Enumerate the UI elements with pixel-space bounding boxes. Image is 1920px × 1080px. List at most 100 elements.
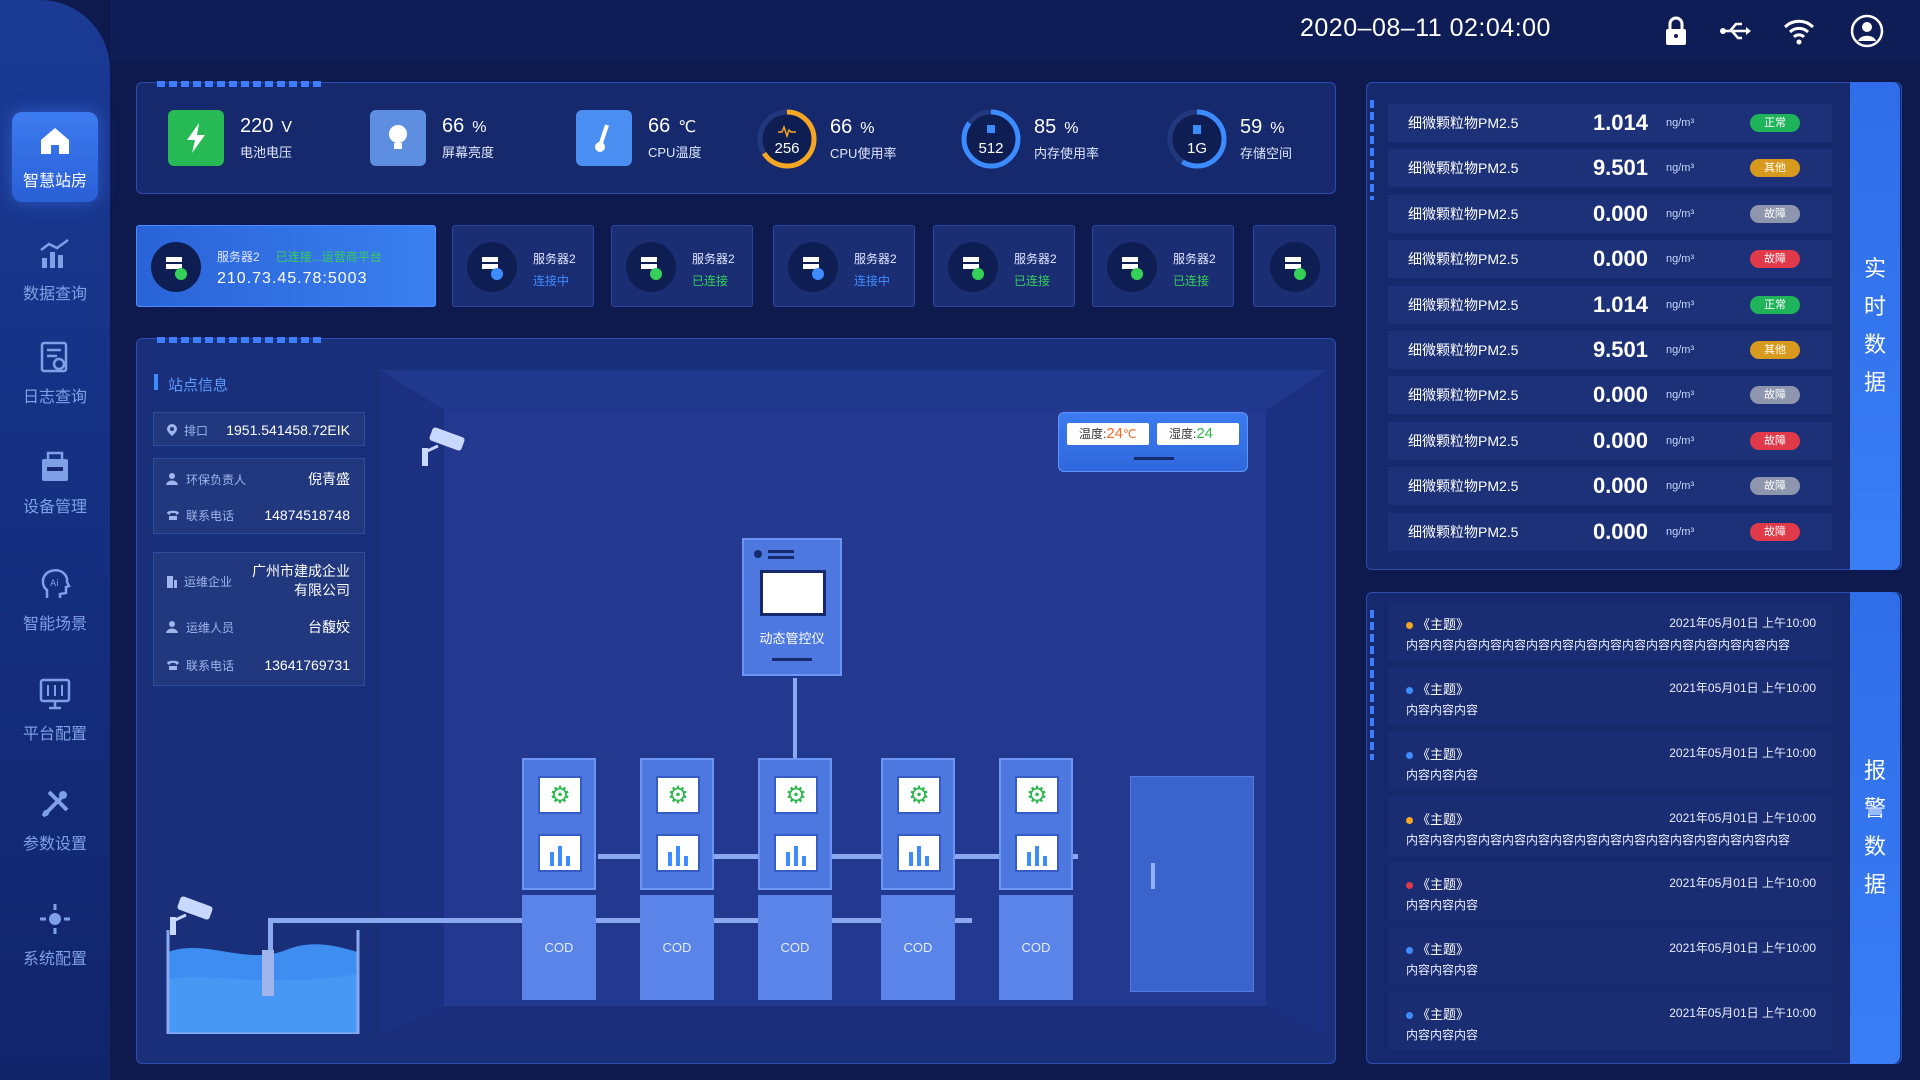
battery-icon	[168, 110, 224, 166]
pollutant-value: 0.000	[1592, 473, 1648, 499]
server-card-active[interactable]: 服务器2 已连接...运营商平台 210.73.45.78:5003	[136, 225, 436, 307]
sidebar-item-smart-scene[interactable]: Ai 智能场景	[12, 555, 98, 645]
pollutant-value: 0.000	[1592, 427, 1648, 453]
sidebar-item-device-management[interactable]: 设备管理	[12, 438, 98, 528]
pollutant-name: 细微颗粒物PM2.5	[1408, 342, 1519, 358]
realtime-row[interactable]: 细微颗粒物PM2.5 1.014 ng/m³ 正常	[1388, 104, 1832, 142]
pollutant-name: 细微颗粒物PM2.5	[1408, 432, 1519, 449]
server-card[interactable]: 服务器2 连接中	[452, 225, 594, 307]
sidebar-item-log-query[interactable]: 日志查询	[12, 328, 98, 418]
alarm-title: 《主题》	[1417, 1007, 1470, 1022]
sidebar-item-data-query[interactable]: 数据查询	[12, 225, 98, 315]
gear-icon: ⚙	[897, 776, 941, 814]
cod-cabinet[interactable]: ⚙ COD	[999, 758, 1073, 1008]
alarm-date: 2021年05月01日 上午10:00	[1669, 811, 1816, 825]
server-icon	[948, 242, 998, 292]
cod-cabinet[interactable]: ⚙ COD	[640, 758, 714, 1008]
sidebar-item-label: 平台配置	[22, 726, 87, 743]
svg-text:Ai: Ai	[50, 579, 59, 589]
server-name: 服务器2	[1173, 252, 1216, 266]
pollutant-name: 细微颗粒物PM2.5	[1408, 160, 1519, 177]
status-badge: 其他	[1750, 341, 1800, 359]
pollutant-value: 9.501	[1592, 155, 1648, 181]
pollutant-name: 细微颗粒物PM2.5	[1408, 523, 1519, 540]
server-icon	[467, 242, 517, 292]
info-value: 倪青盛	[308, 471, 350, 487]
realtime-row[interactable]: 细微颗粒物PM2.5 0.000 ng/m³ 故障	[1388, 240, 1832, 279]
bar-chart-icon	[897, 834, 941, 872]
location-icon	[167, 424, 177, 436]
device-icon	[42, 451, 68, 481]
tab-alarm-data[interactable]: 报警数据	[1850, 592, 1900, 1064]
server-card[interactable]: 服务器2 已连接	[611, 225, 753, 307]
alarm-item[interactable]: 《主题》 2021年05月01日 上午10:00 内容内容内容内容内容内容内容内容内…	[1388, 602, 1832, 660]
alarm-dot	[1406, 817, 1413, 825]
alarm-date: 2021年05月01日 上午10:00	[1669, 616, 1816, 630]
alarm-item[interactable]: 《主题》 2021年05月01日 上午10:00 内容内容内容	[1388, 862, 1832, 920]
lock-icon[interactable]	[1659, 14, 1693, 48]
realtime-row[interactable]: 细微颗粒物PM2.5 0.000 ng/m³ 故障	[1388, 194, 1832, 233]
memory-usage-value: 85	[1034, 116, 1057, 138]
realtime-row[interactable]: 细微颗粒物PM2.5 0.000 ng/m³ 故障	[1388, 421, 1832, 460]
status-badge: 故障	[1750, 204, 1800, 223]
ai-icon: Ai	[41, 569, 71, 598]
sidebar-item-label: 系统配置	[22, 951, 87, 968]
wifi-icon[interactable]	[1782, 14, 1816, 48]
ac-temp-unit: ℃	[1123, 427, 1137, 441]
bar-chart-icon	[774, 834, 818, 872]
contact-box-2: 运维企业 广州市建成企业有限公司 运维人员 台馥姣 联系电话 13641769731	[153, 552, 365, 686]
pollutant-unit: ng/m³	[1666, 525, 1695, 538]
room-door[interactable]	[1130, 776, 1254, 992]
storage-ring-value: 1G	[1187, 140, 1207, 157]
alarm-title: 《主题》	[1417, 877, 1470, 892]
alarm-content: 内容内容内容内容内容内容内容内容内容内容内容内容内容内容内容内容	[1406, 638, 1791, 652]
user-icon[interactable]	[1850, 14, 1884, 48]
ac-humidity-label: 湿度:	[1169, 427, 1197, 441]
pollutant-unit: ng/m³	[1666, 344, 1695, 356]
alarm-date: 2021年05月01日 上午10:00	[1669, 941, 1816, 955]
ac-vent	[1134, 457, 1174, 460]
status-badge: 故障	[1750, 250, 1800, 269]
tab-realtime-data[interactable]: 实时数据	[1850, 82, 1900, 570]
cpu-temp-unit: ℃	[678, 119, 697, 136]
server-card[interactable]: 服务器2 已连接	[1092, 225, 1234, 307]
server-icon	[1107, 242, 1157, 292]
alarm-item[interactable]: 《主题》 2021年05月01日 上午10:00 内容内容内容	[1388, 732, 1832, 790]
sidebar-item-label: 参数设置	[22, 836, 87, 853]
sidebar-item-platform-config[interactable]: 平台配置	[12, 665, 98, 755]
cod-cabinet[interactable]: ⚙ COD	[758, 758, 832, 1008]
realtime-row[interactable]: 细微颗粒物PM2.5 9.501 ng/m³ 其他	[1388, 331, 1832, 369]
alarm-item[interactable]: 《主题》 2021年05月01日 上午10:00 内容内容内容	[1388, 992, 1832, 1050]
pipe	[272, 918, 972, 923]
alarm-item[interactable]: 《主题》 2021年05月01日 上午10:00 内容内容内容内容内容内容内容内容内…	[1388, 797, 1832, 855]
alarm-item[interactable]: 《主题》 2021年05月01日 上午10:00 内容内容内容	[1388, 667, 1832, 725]
dynamic-controller[interactable]: 动态管控仪	[742, 538, 842, 676]
sidebar-item-smart-station[interactable]: 智慧站房	[12, 112, 98, 202]
pollutant-value: 1.014	[1592, 110, 1648, 135]
pollutant-value: 0.000	[1592, 382, 1648, 408]
realtime-row[interactable]: 细微颗粒物PM2.5 0.000 ng/m³ 故障	[1388, 376, 1832, 415]
usb-icon[interactable]	[1718, 14, 1752, 48]
cod-cabinet[interactable]: ⚙ COD	[881, 758, 955, 1008]
cpu-temp-label: CPU温度	[648, 145, 702, 160]
sidebar-item-system-config[interactable]: 系统配置	[12, 890, 98, 980]
server-card[interactable]: 服务器2 连接中	[773, 225, 915, 307]
server-card[interactable]: 服务器2 已连接	[933, 225, 1075, 307]
realtime-row[interactable]: 细微颗粒物PM2.5 9.501 ng/m³ 其他	[1388, 149, 1832, 188]
info-value: 14874518748	[264, 507, 350, 523]
outlet-value: 1951.541458.72EIK	[226, 422, 350, 438]
alarm-item[interactable]: 《主题》 2021年05月01日 上午10:00 内容内容内容	[1388, 927, 1832, 985]
battery-unit: V	[281, 119, 293, 136]
realtime-row[interactable]: 细微颗粒物PM2.5 1.014 ng/m³ 正常	[1388, 285, 1832, 324]
gear-icon: ⚙	[1015, 776, 1059, 814]
realtime-row[interactable]: 细微颗粒物PM2.5 0.000 ng/m³ 故障	[1388, 467, 1832, 506]
air-conditioner[interactable]: 温度:24℃ 湿度:24	[1058, 412, 1248, 472]
sidebar-item-param-settings[interactable]: 参数设置	[12, 775, 98, 865]
brightness-label: 屏幕亮度	[442, 145, 495, 160]
realtime-row[interactable]: 细微颗粒物PM2.5 0.000 ng/m³ 故障	[1388, 512, 1832, 551]
storage-ring: 1G	[1167, 109, 1227, 169]
sidebar-item-label: 智能场景	[22, 616, 87, 633]
camera-icon[interactable]	[418, 426, 468, 470]
cod-cabinet[interactable]: ⚙ COD	[522, 758, 596, 1008]
server-card-more[interactable]	[1253, 225, 1336, 307]
